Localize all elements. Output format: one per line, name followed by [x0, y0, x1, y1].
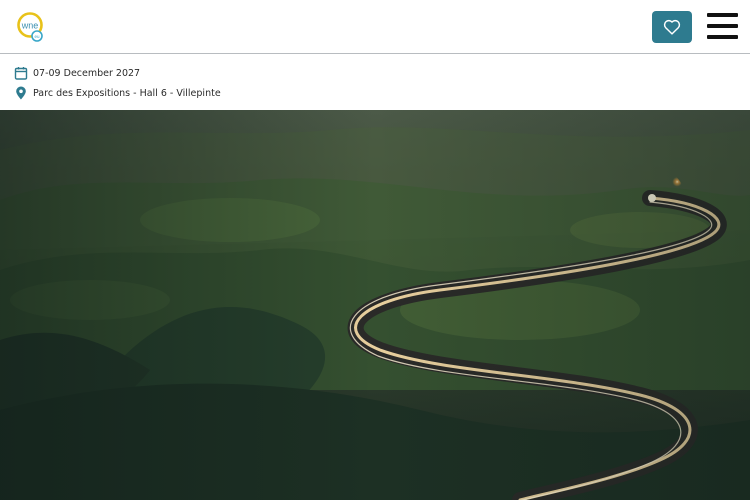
- menu-bar-top: [707, 13, 738, 17]
- calendar-icon: [14, 67, 28, 80]
- event-location: Parc des Expositions - Hall 6 - Villepin…: [33, 87, 221, 99]
- svg-text:eu: eu: [34, 34, 40, 39]
- event-info-bar: 07-09 December 2027 Parc des Expositions…: [0, 54, 750, 110]
- heart-icon: [663, 19, 681, 35]
- event-dates-row: 07-09 December 2027: [14, 65, 140, 81]
- hero-image: [0, 110, 750, 500]
- event-location-row: Parc des Expositions - Hall 6 - Villepin…: [14, 85, 221, 101]
- wne-logo[interactable]: wne eu: [13, 11, 49, 43]
- svg-text:wne: wne: [21, 21, 39, 31]
- map-pin-icon: [16, 86, 26, 100]
- site-header: wne eu: [0, 0, 750, 54]
- menu-bar-bottom: [707, 35, 738, 39]
- menu-bar-middle: [707, 24, 738, 28]
- favorites-button[interactable]: [652, 11, 692, 43]
- hamburger-menu-button[interactable]: [705, 11, 739, 43]
- event-dates: 07-09 December 2027: [33, 67, 141, 79]
